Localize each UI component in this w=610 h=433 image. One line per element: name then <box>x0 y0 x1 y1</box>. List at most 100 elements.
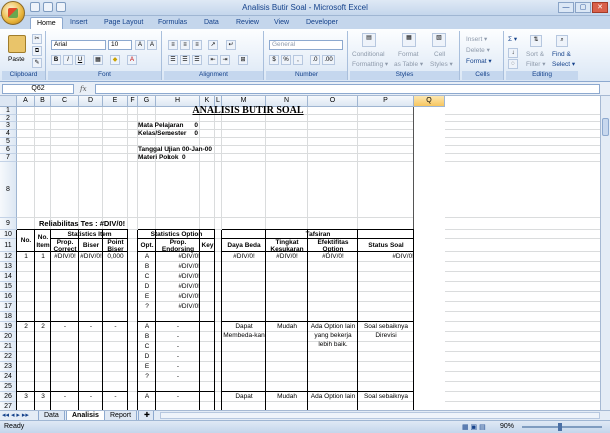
font-name-select[interactable]: Arial <box>51 40 106 50</box>
item-3-number[interactable]: 3 <box>35 392 51 402</box>
italic-button[interactable]: I <box>63 55 73 65</box>
item-2-status[interactable]: Soal sebaiknya Direvisi <box>358 322 414 362</box>
option-4-label[interactable]: E <box>138 292 156 302</box>
option-1-endorsing-2[interactable]: - <box>156 332 200 342</box>
format-as-table-icon[interactable]: ▦ <box>402 33 416 47</box>
column-header-e[interactable]: E <box>103 96 128 107</box>
option-5-label-2[interactable]: ? <box>138 372 156 382</box>
conditional-formatting-button-line2[interactable]: Formatting ▾ <box>352 60 388 68</box>
item-3-tingkat[interactable]: Mudah <box>266 392 308 402</box>
option-1-label[interactable]: B <box>138 262 156 272</box>
tab-data[interactable]: Data <box>204 17 219 29</box>
align-right-icon[interactable]: ☰ <box>192 55 202 65</box>
wrap-text-icon[interactable]: ↵ <box>226 40 236 50</box>
format-cells-button[interactable]: Format ▾ <box>466 57 492 65</box>
item-2-daya-beda[interactable]: Dapat Membeda-kan <box>222 322 266 362</box>
maximize-button[interactable]: ▢ <box>575 2 591 13</box>
option-1-endorsing[interactable]: #DIV/0! <box>156 262 200 272</box>
item-3-no[interactable]: 3 <box>17 392 35 402</box>
row-header-24[interactable]: 24 <box>0 372 17 382</box>
office-button[interactable] <box>1 1 25 25</box>
option-2-label[interactable]: C <box>138 272 156 282</box>
vertical-scrollbar[interactable] <box>600 96 610 410</box>
tab-home[interactable]: Home <box>30 17 63 29</box>
item-1-daya-beda[interactable]: #DIV/0! <box>222 252 266 262</box>
column-header-o[interactable]: O <box>308 96 358 107</box>
tab-view[interactable]: View <box>274 17 289 29</box>
view-buttons-icon[interactable]: ▦ ▣ ▤ <box>462 423 486 431</box>
row-header-6[interactable]: 6 <box>0 146 17 154</box>
column-header-g[interactable]: G <box>138 96 156 107</box>
column-header-f[interactable]: F <box>128 96 138 107</box>
item-3-status[interactable]: Soal sebaiknya <box>358 392 414 402</box>
item-1-point-biser[interactable]: 0,000 <box>103 252 128 262</box>
column-header-q[interactable]: Q <box>414 96 445 107</box>
row-header-13[interactable]: 13 <box>0 262 17 272</box>
tab-developer[interactable]: Developer <box>306 17 338 29</box>
option-4-endorsing-2[interactable]: - <box>156 362 200 372</box>
align-top-icon[interactable]: ≡ <box>168 40 178 50</box>
option-3-label[interactable]: D <box>138 282 156 292</box>
tab-formulas[interactable]: Formulas <box>158 17 187 29</box>
sort-filter-button[interactable]: Sort & <box>526 51 544 58</box>
cell-styles-icon[interactable]: ▧ <box>432 33 446 47</box>
tanggal-ujian-value[interactable]: 00-Jan-00 <box>182 146 226 154</box>
paste-button[interactable]: Paste <box>8 56 25 63</box>
decrease-decimal-button[interactable]: .00 <box>322 55 335 65</box>
find-select-icon[interactable]: ⌕ <box>556 35 568 47</box>
row-header-26[interactable]: 26 <box>0 392 17 402</box>
option-5-label[interactable]: ? <box>138 302 156 312</box>
close-button[interactable]: ✕ <box>592 2 608 13</box>
row-header-2[interactable]: 2 <box>0 115 17 122</box>
percent-button[interactable]: % <box>281 55 291 65</box>
conditional-formatting-icon[interactable]: ▤ <box>362 33 376 47</box>
row-header-3[interactable]: 3 <box>0 122 17 130</box>
name-box[interactable]: Q62 <box>2 84 74 94</box>
option-4-endorsing[interactable]: #DIV/0! <box>156 292 200 302</box>
zoom-slider-thumb[interactable] <box>558 423 562 431</box>
option-1-label-2[interactable]: B <box>138 332 156 342</box>
item-2-point-biser[interactable]: - <box>103 322 128 332</box>
copy-icon[interactable]: ⧉ <box>32 46 42 56</box>
format-painter-icon[interactable]: ✎ <box>32 58 42 68</box>
worksheet-grid[interactable]: A B C D E F G H K L M N O P Q 1 2 3 4 5 6 7 8 9 10 11 12 13 14 15 16 17… <box>0 96 600 410</box>
item-1-number[interactable]: 1 <box>35 252 51 262</box>
item-1-no[interactable]: 1 <box>17 252 35 262</box>
autosum-button[interactable]: Σ ▾ <box>508 35 517 43</box>
tab-review[interactable]: Review <box>236 17 259 29</box>
column-header-c[interactable]: C <box>51 96 79 107</box>
fill-icon[interactable]: ↓ <box>508 48 518 58</box>
item-3-endorsing[interactable]: - <box>156 392 200 402</box>
row-header-10[interactable]: 10 <box>0 230 17 239</box>
insert-cells-button[interactable]: Insert ▾ <box>466 35 487 43</box>
option-5-endorsing-2[interactable]: - <box>156 372 200 382</box>
option-3-label-2[interactable]: D <box>138 352 156 362</box>
horizontal-scrollbar[interactable] <box>160 412 600 419</box>
find-select-button[interactable]: Find & <box>552 51 571 58</box>
item-2-efektifitas[interactable]: Ada Option lain yang bekerja lebih baik. <box>308 322 358 362</box>
item-1-tingkat[interactable]: #DIV/0! <box>266 252 308 262</box>
select-all-corner[interactable] <box>0 96 17 107</box>
item-1-efektifitas[interactable]: #DIV/0! <box>308 252 358 262</box>
conditional-formatting-button[interactable]: Conditional <box>352 51 385 58</box>
item-2-tingkat[interactable]: Mudah <box>266 322 308 332</box>
item-2-biser[interactable]: - <box>79 322 103 332</box>
header-no[interactable]: No. <box>17 230 35 252</box>
item-1-prop-correct[interactable]: #DIV/0! <box>51 252 79 262</box>
increase-decimal-button[interactable]: .0 <box>310 55 320 65</box>
row-header-7[interactable]: 7 <box>0 154 17 162</box>
currency-button[interactable]: $ <box>269 55 279 65</box>
tab-insert[interactable]: Insert <box>70 17 88 29</box>
comma-button[interactable]: , <box>293 55 303 65</box>
row-header-11[interactable]: 11 <box>0 239 17 252</box>
align-left-icon[interactable]: ☰ <box>168 55 178 65</box>
row-header-20[interactable]: 20 <box>0 332 17 342</box>
option-3-endorsing[interactable]: #DIV/0! <box>156 282 200 292</box>
item-3-biser[interactable]: - <box>79 392 103 402</box>
borders-icon[interactable]: ▦ <box>93 55 103 65</box>
font-color-icon[interactable]: A <box>127 55 137 65</box>
row-header-15[interactable]: 15 <box>0 282 17 292</box>
item-3-daya-beda[interactable]: Dapat <box>222 392 266 402</box>
shrink-font-button[interactable]: A <box>147 40 157 50</box>
cut-icon[interactable]: ✂ <box>32 34 42 44</box>
